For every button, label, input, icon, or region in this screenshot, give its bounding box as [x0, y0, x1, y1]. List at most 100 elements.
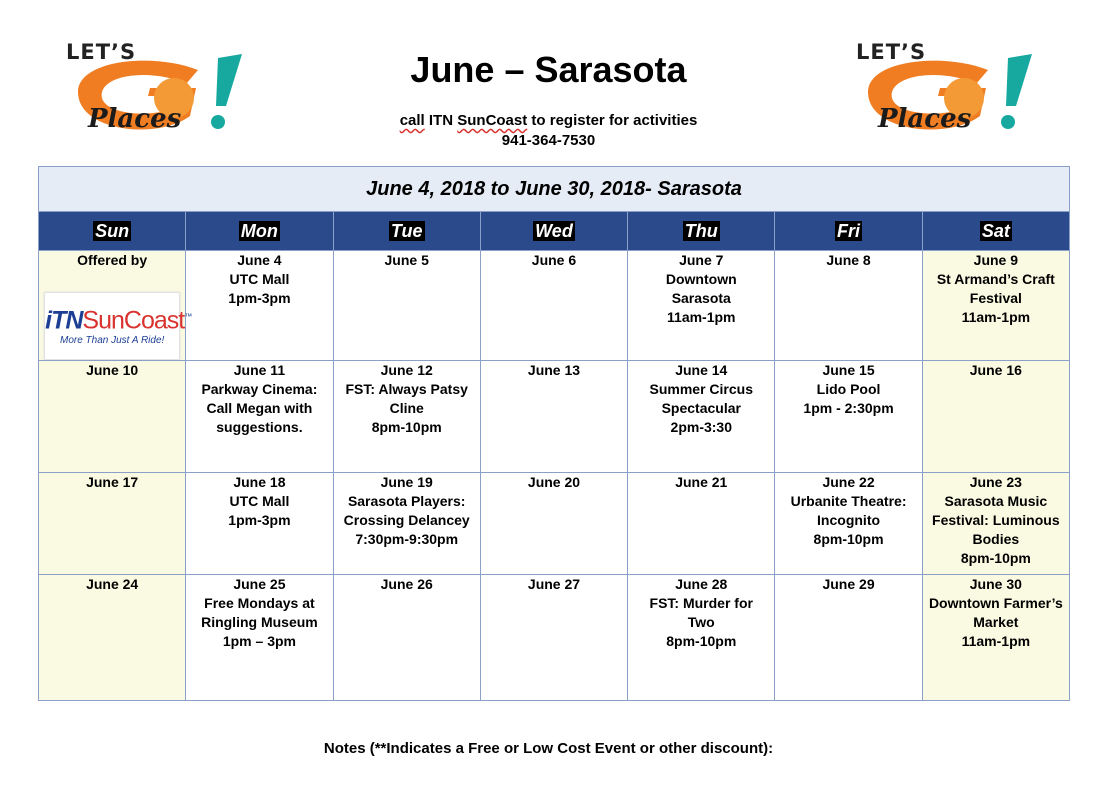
day-date: June 29	[822, 576, 875, 592]
day-date: June 19	[380, 474, 433, 490]
day-cell: June 12 FST: Always Patsy Cline 8pm-10pm	[332, 360, 481, 473]
day-cell: June 26	[332, 574, 481, 701]
day-cell: June 28 FST: Murder for Two 8pm-10pm	[627, 574, 776, 701]
day-header-tue: Tue	[332, 211, 481, 251]
subtitle-rest: to register for activities	[531, 112, 698, 129]
subtitle: call ITN SunCoast to register for activi…	[0, 111, 1097, 151]
day-date: June 25	[233, 576, 286, 592]
day-header-sun: Sun	[37, 211, 187, 251]
day-cell: June 20	[479, 472, 629, 575]
event-line: 11am-1pm	[961, 633, 1031, 649]
event-line: Spectacular	[661, 400, 741, 416]
event-line: Crossing Delancey	[343, 512, 470, 528]
subtitle-itn: ITN	[428, 112, 454, 129]
event-line: 11am-1pm	[667, 309, 736, 325]
day-cell: June 24	[37, 574, 187, 701]
week-row: June 17 June 18 UTC Mall 1pm-3pm June 19 Sara…	[37, 472, 1071, 575]
day-cell: June 8	[774, 250, 923, 361]
day-date: June 26	[380, 576, 433, 592]
day-cell: June 25 Free Mondays at Ringling Museum 1pm…	[185, 574, 334, 701]
itn-suncoast-logo: iTNSunCoast™ More Than Just A Ride!	[44, 292, 192, 360]
day-cell: June 4 UTC Mall 1pm-3pm	[185, 250, 334, 361]
event-line: suggestions.	[216, 419, 303, 435]
event-line: 2pm-3:30	[670, 419, 732, 435]
day-cell: June 29	[774, 574, 923, 701]
notes: Notes (**Indicates a Free or Low Cost Ev…	[323, 740, 774, 757]
day-cell: June 5	[332, 250, 481, 361]
day-cell: June 30 Downtown Farmer’s Market 11am-1pm	[921, 574, 1071, 701]
day-date: June 27	[527, 576, 581, 592]
day-date: June 23	[969, 474, 1022, 490]
suncoast-text: SunCoast	[82, 306, 185, 335]
day-cell: June 10	[37, 360, 187, 473]
event-line: Festival	[969, 290, 1022, 306]
day-cell: June 11 Parkway Cinema: Call Megan with sug…	[185, 360, 334, 473]
week-row: Offered by iTNSunCoast™ More Than Just A R…	[37, 250, 1071, 361]
event-line: Ringling Museum	[201, 614, 318, 630]
day-cell: June 23 Sarasota Music Festival: Luminous B…	[921, 472, 1071, 575]
day-date: June 4	[237, 252, 282, 268]
day-date: June 18	[233, 474, 286, 490]
day-date: June 17	[86, 474, 139, 490]
event-line: Urbanite Theatre:	[790, 493, 907, 509]
event-line: FST: Murder for	[649, 595, 753, 611]
day-cell: June 18 UTC Mall 1pm-3pm	[185, 472, 334, 575]
day-cell: June 27	[479, 574, 629, 701]
day-cell: June 14 Summer Circus Spectacular 2pm-3:30	[627, 360, 776, 473]
event-line: Cline	[389, 400, 424, 416]
event-line: Parkway Cinema:	[201, 381, 318, 397]
event-line: 7:30pm-9:30pm	[355, 531, 459, 547]
day-date: June 14	[675, 362, 728, 378]
event-line: 11am-1pm	[961, 309, 1031, 325]
day-cell: June 19 Sarasota Players: Crossing Delance…	[332, 472, 481, 575]
event-line: 1pm – 3pm	[222, 633, 296, 649]
event-line: Summer Circus	[649, 381, 753, 397]
day-cell: June 13	[479, 360, 629, 473]
day-date: June 30	[969, 576, 1022, 592]
day-date: June 11	[233, 362, 286, 378]
event-line: Sarasota	[671, 290, 731, 306]
day-header-fri: Fri	[774, 211, 923, 251]
event-line: FST: Always Patsy	[345, 381, 468, 397]
event-line: Two	[687, 614, 715, 630]
day-cell: June 9 St Armand’s Craft Festival 11am-1pm	[921, 250, 1071, 361]
event-line: 1pm-3pm	[228, 512, 291, 528]
itn-suncoast-brand: iTNSunCoast™	[45, 303, 192, 334]
event-line: Incognito	[817, 512, 881, 528]
day-date: June 6	[531, 252, 577, 268]
day-header-wed: Wed	[479, 211, 629, 251]
day-cell: June 17	[37, 472, 187, 575]
day-date: June 21	[675, 474, 728, 490]
day-cell: June 6	[479, 250, 629, 361]
trademark-mark: ™	[184, 312, 192, 321]
day-date: June 7	[679, 252, 724, 268]
event-line: Lido Pool	[816, 381, 881, 397]
day-date: June 16	[969, 362, 1022, 378]
week-row: June 10 June 11 Parkway Cinema: Call Megan …	[37, 360, 1071, 473]
event-line: 8pm-10pm	[960, 550, 1031, 566]
day-date: June 12	[380, 362, 433, 378]
event-line: Bodies	[972, 531, 1020, 547]
week-row: June 24 June 25 Free Mondays at Ringling Mu…	[37, 574, 1071, 701]
event-line: Market	[973, 614, 1019, 630]
day-header-row: Sun Mon Tue Wed Thu Fri Sat	[37, 211, 1071, 251]
day-date: June 9	[973, 252, 1019, 268]
event-line: St Armand’s Craft	[936, 271, 1055, 287]
subtitle-suncoast: SunCoast	[457, 112, 528, 129]
sponsor-tagline: More Than Just A Ride!	[59, 335, 165, 347]
day-cell: June 22 Urbanite Theatre: Incognito 8pm-10p…	[774, 472, 923, 575]
day-date: June 24	[86, 576, 139, 592]
day-header-sat: Sat	[921, 211, 1071, 251]
day-date: June 5	[384, 252, 429, 268]
day-date: June 8	[826, 252, 871, 268]
day-date: Offered by	[77, 252, 148, 268]
day-cell: June 7 Downtown Sarasota 11am-1pm	[627, 250, 776, 361]
day-date: June 20	[527, 474, 581, 490]
day-date: June 28	[675, 576, 728, 592]
event-line: Downtown	[665, 271, 737, 287]
event-line: Festival: Luminous	[932, 512, 1060, 528]
event-line: Free Mondays at	[204, 595, 315, 611]
day-date: June 13	[527, 362, 581, 378]
day-header-mon: Mon	[185, 211, 334, 251]
day-cell: June 16	[921, 360, 1071, 473]
